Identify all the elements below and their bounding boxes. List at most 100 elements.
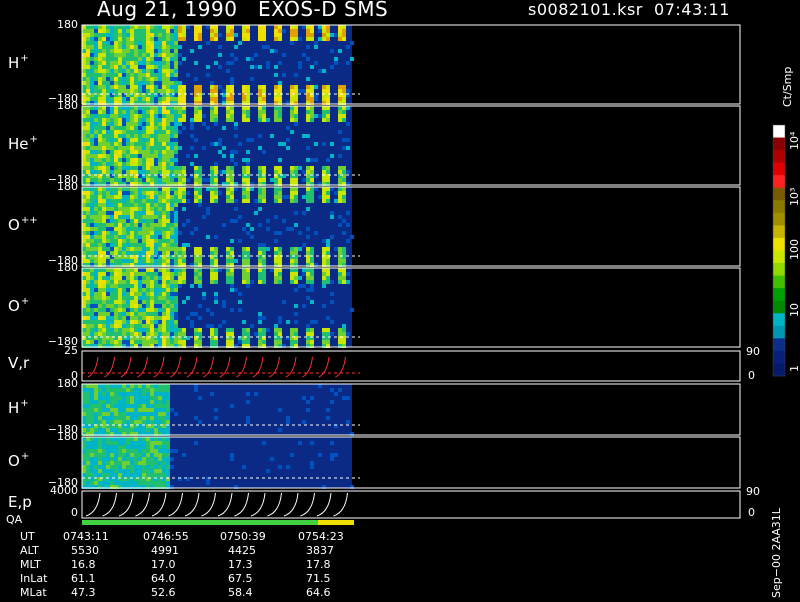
heat-cell — [162, 259, 166, 263]
heat-cell — [194, 312, 198, 316]
heat-cell — [142, 481, 146, 485]
heat-cell — [110, 138, 114, 142]
heat-cell — [90, 284, 94, 288]
heat-cell — [294, 272, 298, 276]
heat-cell — [242, 89, 246, 93]
heat-cell — [130, 465, 134, 469]
heat-cell — [262, 33, 266, 37]
heat-cell — [110, 130, 114, 134]
heat-cell — [214, 328, 218, 332]
heat-cell — [126, 69, 130, 73]
heat-cell — [290, 280, 294, 284]
heat-cell — [110, 469, 114, 473]
heat-cell — [138, 235, 142, 239]
heat-cell — [274, 114, 278, 118]
heat-cell — [94, 65, 98, 69]
heat-cell — [94, 114, 98, 118]
heat-cell — [98, 122, 102, 126]
heat-cell — [158, 469, 162, 473]
heat-cell — [154, 138, 158, 142]
heat-cell — [198, 284, 202, 288]
heat-cell — [290, 251, 294, 255]
heat-cell — [174, 207, 178, 211]
ephemeris-value: 0743:11 — [63, 530, 109, 543]
heat-cell — [230, 154, 234, 158]
heat-cell — [198, 396, 202, 400]
heat-cell — [274, 268, 278, 272]
heat-cell — [114, 296, 118, 300]
heat-cell — [114, 199, 118, 203]
heat-cell — [234, 259, 238, 263]
heat-cell — [198, 272, 202, 276]
heat-cell — [214, 85, 218, 89]
ephemeris-value: 71.5 — [306, 572, 331, 585]
heat-cell — [182, 57, 186, 61]
heat-cell — [94, 106, 98, 110]
heat-cell — [90, 324, 94, 328]
heat-cell — [246, 268, 250, 272]
heat-cell — [130, 445, 134, 449]
heat-cell — [102, 461, 106, 465]
heat-cell — [306, 207, 310, 211]
heat-cell — [158, 110, 162, 114]
axis-tick-top: 180 — [57, 430, 78, 443]
heat-cell — [294, 288, 298, 292]
heat-cell — [338, 268, 342, 272]
heat-cell — [146, 146, 150, 150]
heat-cell — [146, 199, 150, 203]
heat-cell — [230, 276, 234, 280]
heat-cell — [170, 195, 174, 199]
heat-cell — [102, 187, 106, 191]
heat-cell — [222, 89, 226, 93]
heat-cell — [126, 122, 130, 126]
heat-cell — [98, 162, 102, 166]
heat-cell — [130, 320, 134, 324]
heat-cell — [314, 114, 318, 118]
heat-cell — [98, 280, 102, 284]
heat-cell — [106, 408, 110, 412]
heat-cell — [346, 138, 350, 142]
heat-cell — [142, 320, 146, 324]
heat-cell — [138, 457, 142, 461]
heat-cell — [274, 259, 278, 263]
heat-cell — [114, 81, 118, 85]
heat-cell — [162, 207, 166, 211]
heat-cell — [258, 37, 262, 41]
heat-cell — [150, 219, 154, 223]
heat-cell — [146, 29, 150, 33]
heat-cell — [338, 166, 342, 170]
heat-cell — [290, 191, 294, 195]
heat-cell — [342, 195, 346, 199]
ephemeris-value: 16.8 — [71, 558, 96, 571]
heat-cell — [134, 73, 138, 77]
heat-cell — [326, 178, 330, 182]
heat-cell — [178, 81, 182, 85]
heat-cell — [86, 150, 90, 154]
heat-cell — [90, 118, 94, 122]
heat-cell — [146, 428, 150, 432]
heat-cell — [118, 138, 122, 142]
heat-cell — [142, 53, 146, 57]
heat-cell — [150, 106, 154, 110]
heat-cell — [150, 292, 154, 296]
heat-cell — [142, 219, 146, 223]
heat-cell — [262, 187, 266, 191]
heat-cell — [274, 106, 278, 110]
heat-cell — [258, 259, 262, 263]
heat-cell — [162, 219, 166, 223]
heat-cell — [106, 118, 110, 122]
heat-cell — [134, 276, 138, 280]
heat-cell — [126, 195, 130, 199]
heat-cell — [158, 37, 162, 41]
heat-cell — [186, 178, 190, 182]
heat-cell — [82, 142, 86, 146]
heat-cell — [102, 215, 106, 219]
heat-cell — [118, 106, 122, 110]
heat-cell — [154, 328, 158, 332]
heat-cell — [114, 449, 118, 453]
heat-cell — [86, 215, 90, 219]
heat-cell — [166, 473, 170, 477]
heat-cell — [302, 89, 306, 93]
heat-cell — [210, 89, 214, 93]
heat-cell — [166, 416, 170, 420]
